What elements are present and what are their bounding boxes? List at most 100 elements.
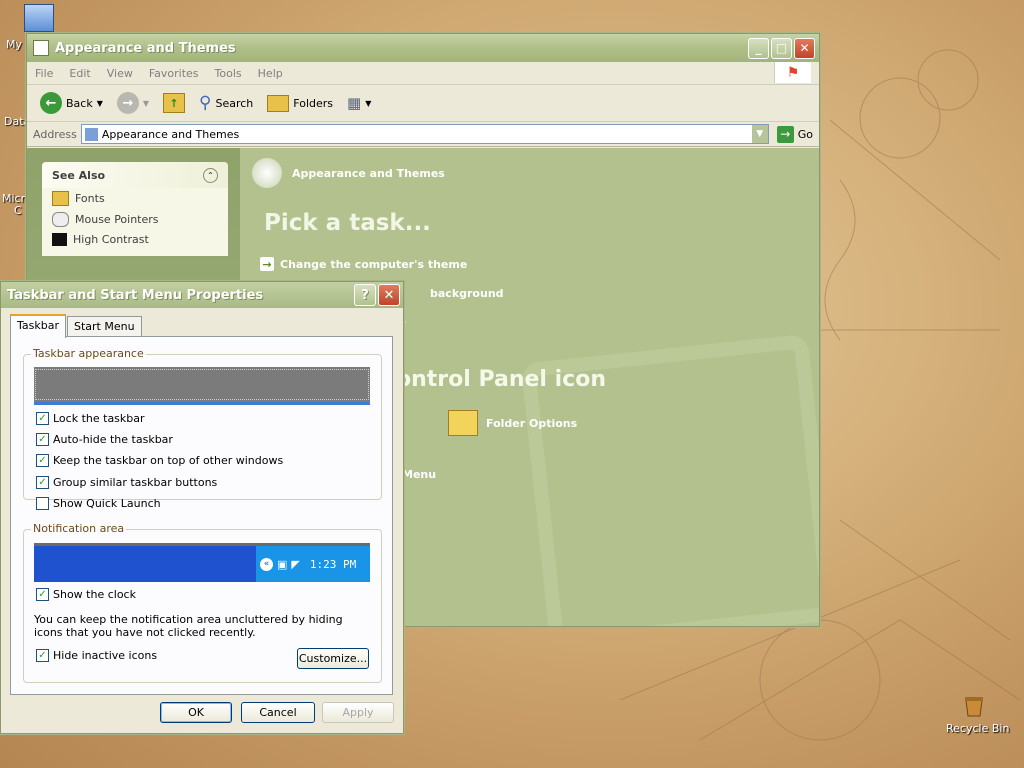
dialog-title: Taskbar and Start Menu Properties — [7, 287, 264, 303]
menu-link-partial[interactable]: Menu — [402, 468, 436, 481]
checkbox-keep-on-top[interactable]: ✓ Keep the taskbar on top of other windo… — [36, 454, 283, 467]
back-label: Back — [66, 96, 93, 110]
desktop-label: C — [14, 204, 22, 217]
ok-button[interactable]: OK — [160, 702, 232, 723]
arrow-icon: → — [260, 257, 274, 271]
checkbox-group-buttons[interactable]: ✓ Group similar taskbar buttons — [36, 476, 217, 489]
group-label: Notification area — [31, 522, 127, 535]
see-also-label: Mouse Pointers — [75, 213, 159, 226]
volume-icon: ◤ — [291, 557, 300, 571]
checkbox[interactable]: ✓ — [36, 649, 49, 662]
help-button[interactable]: ? — [354, 284, 376, 306]
menu-favorites[interactable]: Favorites — [141, 67, 207, 80]
checkbox-label: Show the clock — [53, 588, 136, 601]
pick-a-task-heading: Pick a task... — [264, 210, 431, 236]
menu-view[interactable]: View — [99, 67, 141, 80]
see-also-header[interactable]: See Also ⌃ — [42, 162, 228, 188]
task-label: background — [430, 287, 504, 300]
checkbox[interactable] — [36, 497, 49, 510]
dialog-titlebar[interactable]: Taskbar and Start Menu Properties ? ✕ — [1, 282, 403, 308]
checkbox-auto-hide[interactable]: ✓ Auto-hide the taskbar — [36, 433, 173, 446]
forward-arrow-icon: → — [116, 92, 139, 114]
checkbox-hide-inactive[interactable]: ✓ Hide inactive icons — [36, 649, 157, 662]
explorer-titlebar[interactable]: Appearance and Themes _ □ ✕ — [27, 34, 819, 62]
customize-button[interactable]: Customize... — [297, 648, 369, 669]
checkbox[interactable]: ✓ — [36, 588, 49, 601]
see-also-label: High Contrast — [73, 233, 149, 246]
recycle-bin-icon[interactable] — [962, 694, 986, 718]
menu-edit[interactable]: Edit — [61, 67, 98, 80]
control-panel-icon — [84, 127, 98, 141]
search-icon: ⚲ — [199, 93, 212, 113]
close-button[interactable]: ✕ — [794, 37, 815, 59]
tray-preview: « ▣ ◤ 1:23 PM — [256, 546, 370, 582]
notification-preview: « ▣ ◤ 1:23 PM — [34, 543, 370, 582]
control-panel-icon-heading: ontrol Panel icon — [396, 367, 606, 392]
my-computer-icon[interactable] — [24, 4, 54, 32]
tab-taskbar[interactable]: Taskbar — [10, 314, 66, 338]
checkbox[interactable]: ✓ — [36, 433, 49, 446]
see-also-mouse-pointers[interactable]: Mouse Pointers — [42, 209, 228, 230]
tab-start-menu[interactable]: Start Menu — [67, 316, 142, 337]
task-background[interactable]: background — [430, 287, 504, 300]
taskbar-appearance-group: Taskbar appearance ✓ Lock the taskbar ✓ … — [23, 347, 382, 510]
tray-clock: 1:23 PM — [309, 557, 357, 571]
forward-button[interactable]: → ▼ — [112, 89, 154, 117]
see-also-high-contrast[interactable]: High Contrast — [42, 230, 228, 256]
folder-up-icon: ↑ — [163, 93, 186, 113]
folder-options-label: Folder Options — [486, 416, 578, 430]
menu-file[interactable]: File — [27, 67, 61, 80]
appearance-themes-icon — [252, 158, 282, 188]
checkbox-label: Show Quick Launch — [53, 497, 161, 510]
group-label: Taskbar appearance — [31, 347, 146, 360]
views-button[interactable]: ▦ ▼ — [342, 89, 376, 117]
folders-label: Folders — [293, 96, 334, 110]
see-also-fonts[interactable]: Fonts — [42, 188, 228, 209]
search-label: Search — [215, 96, 254, 110]
collapse-icon[interactable]: ⌃ — [203, 167, 218, 183]
cancel-button[interactable]: Cancel — [241, 702, 315, 723]
up-button[interactable]: ↑ — [158, 89, 190, 117]
minimize-button[interactable]: _ — [748, 37, 769, 59]
fonts-folder-icon — [52, 191, 69, 206]
tab-panel: Taskbar appearance ✓ Lock the taskbar ✓ … — [10, 336, 393, 695]
address-label: Address — [33, 127, 77, 141]
menu-tools[interactable]: Tools — [207, 67, 250, 80]
chevron-down-icon[interactable]: ▼ — [143, 99, 149, 108]
recycle-bin-label: Recycle Bin — [946, 722, 1010, 735]
address-dropdown-button[interactable]: ▼ — [751, 125, 768, 143]
folders-button[interactable]: Folders — [262, 89, 338, 117]
checkbox-label: Lock the taskbar — [53, 412, 145, 425]
checkbox-show-clock[interactable]: ✓ Show the clock — [36, 588, 136, 601]
checkbox[interactable]: ✓ — [36, 454, 49, 467]
checkbox[interactable]: ✓ — [36, 476, 49, 489]
go-button[interactable]: → Go — [776, 125, 813, 143]
taskbar-preview — [34, 367, 370, 405]
chevron-down-icon: ▼ — [365, 98, 372, 108]
views-icon: ▦ — [347, 94, 362, 112]
checkbox-label: Keep the taskbar on top of other windows — [53, 454, 284, 467]
mouse-icon — [52, 212, 69, 227]
maximize-button[interactable]: □ — [771, 37, 792, 59]
window-title: Appearance and Themes — [55, 40, 236, 56]
checkbox-lock-taskbar[interactable]: ✓ Lock the taskbar — [36, 412, 145, 425]
expand-tray-icon: « — [260, 557, 273, 571]
task-change-theme[interactable]: → Change the computer's theme — [260, 257, 467, 271]
search-button[interactable]: ⚲ Search — [194, 89, 258, 117]
taskbar-properties-dialog: Taskbar and Start Menu Properties ? ✕ Ta… — [0, 281, 404, 734]
folder-options-link[interactable]: Folder Options — [448, 410, 577, 436]
dialog-close-button[interactable]: ✕ — [378, 284, 400, 306]
task-label: Change the computer's theme — [280, 257, 468, 271]
address-input[interactable]: Appearance and Themes ▼ — [80, 124, 769, 144]
apply-button[interactable]: Apply — [322, 702, 394, 723]
notification-note: You can keep the notification area unclu… — [34, 613, 343, 639]
see-also-label: Fonts — [75, 192, 105, 205]
checkbox[interactable]: ✓ — [36, 412, 49, 425]
back-button[interactable]: ← Back ▼ — [35, 89, 108, 117]
checkbox-quick-launch[interactable]: Show Quick Launch — [36, 497, 161, 510]
notification-area-group: Notification area « ▣ ◤ 1:23 PM ✓ Show t… — [23, 522, 382, 683]
checkbox-label: Hide inactive icons — [53, 649, 158, 662]
chevron-down-icon[interactable]: ▼ — [97, 99, 103, 108]
menu-help[interactable]: Help — [250, 67, 291, 80]
address-bar: Address Appearance and Themes ▼ → Go — [27, 122, 819, 147]
